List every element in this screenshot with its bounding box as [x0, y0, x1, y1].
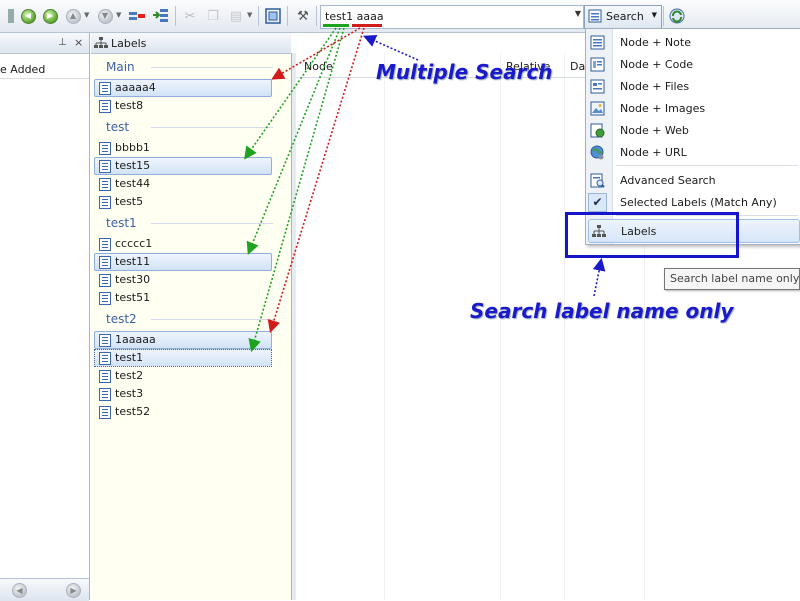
- annotation-multiple-search: Multiple Search: [376, 60, 553, 84]
- annotation-search-label-only: Search label name only: [470, 299, 734, 323]
